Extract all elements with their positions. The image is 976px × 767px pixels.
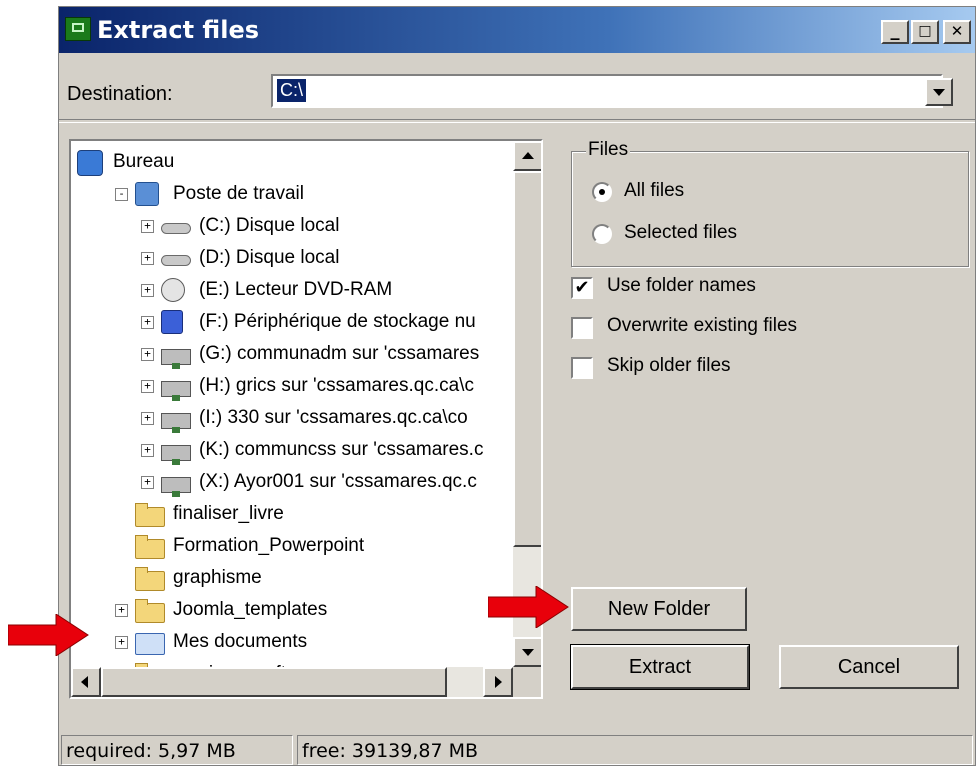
expand-plus-icon[interactable]: + — [115, 604, 128, 617]
tree-item-label[interactable]: Formation_Powerpoint — [173, 531, 364, 561]
folder-icon — [135, 599, 165, 623]
horizontal-scrollbar[interactable] — [71, 667, 513, 697]
cancel-button[interactable]: Cancel — [779, 645, 959, 689]
title-bar[interactable]: Extract files _ □ ✕ — [59, 7, 975, 53]
my-computer-icon — [135, 182, 159, 206]
expand-plus-icon[interactable]: + — [141, 412, 154, 425]
status-free: free: 39139,87 MB — [297, 735, 973, 765]
expand-plus-icon[interactable]: + — [141, 444, 154, 457]
network-drive-icon — [161, 413, 191, 433]
tree-item-label[interactable]: (G:) communadm sur 'cssamares — [199, 339, 479, 369]
divider — [59, 119, 975, 123]
network-drive-icon — [161, 477, 191, 497]
chevron-down-icon[interactable] — [925, 78, 953, 106]
tree-item-label[interactable]: (H:) grics sur 'cssamares.qc.ca\c — [199, 371, 474, 401]
folder-icon — [135, 503, 165, 527]
files-group: Files All files Selected files — [571, 139, 969, 267]
all-files-radio[interactable] — [592, 182, 612, 202]
desktop-icon — [77, 150, 103, 176]
expand-plus-icon[interactable]: + — [115, 636, 128, 649]
tree-item-label[interactable]: Mes documents — [173, 627, 307, 657]
skip-older-checkbox[interactable] — [571, 357, 593, 379]
annotation-arrow-right-icon — [488, 586, 569, 628]
dvd-drive-icon — [161, 278, 185, 302]
expand-plus-icon[interactable]: + — [141, 380, 154, 393]
tree-item-label[interactable]: (F:) Périphérique de stockage nu — [199, 307, 476, 337]
extract-files-dialog: Extract files _ □ ✕ Destination: C:\ Bur… — [58, 6, 976, 766]
folder-icon — [135, 567, 165, 591]
scroll-corner — [513, 667, 541, 697]
tree-item-label[interactable]: (E:) Lecteur DVD-RAM — [199, 275, 392, 305]
close-button[interactable]: ✕ — [943, 20, 971, 44]
window-title: Extract files — [97, 16, 260, 44]
collapse-minus-icon[interactable]: - — [115, 188, 128, 201]
files-group-title: Files — [586, 139, 631, 161]
tree-item-label[interactable]: (X:) Ayor001 sur 'cssamares.qc.c — [199, 467, 477, 497]
tree-item-label[interactable]: graphisme — [173, 563, 262, 593]
tree-item-label[interactable]: Poste de travail — [173, 179, 304, 209]
folder-icon — [135, 535, 165, 559]
overwrite-existing-label[interactable]: Overwrite existing files — [607, 315, 797, 337]
new-folder-button[interactable]: New Folder — [571, 587, 747, 631]
use-folder-names-checkbox[interactable]: ✔ — [571, 277, 593, 299]
expand-plus-icon[interactable]: + — [141, 316, 154, 329]
expand-plus-icon[interactable]: + — [141, 476, 154, 489]
skip-older-label[interactable]: Skip older files — [607, 355, 731, 377]
scroll-down-arrow-icon[interactable] — [513, 637, 541, 667]
extract-button[interactable]: Extract — [570, 644, 750, 690]
horizontal-scroll-thumb[interactable] — [101, 667, 447, 697]
tree-item-label[interactable]: (I:) 330 sur 'cssamares.qc.ca\co — [199, 403, 468, 433]
network-drive-icon — [161, 381, 191, 401]
tree-item-label[interactable]: (K:) communcss sur 'cssamares.c — [199, 435, 483, 465]
folder-tree[interactable]: Bureau - Poste de travail + (C:) Disque loca… — [69, 139, 543, 699]
usb-storage-icon — [161, 310, 183, 334]
all-files-label[interactable]: All files — [624, 180, 684, 202]
my-documents-icon — [135, 633, 165, 655]
network-drive-icon — [161, 445, 191, 465]
scroll-right-arrow-icon[interactable] — [483, 667, 513, 697]
destination-combobox[interactable]: C:\ — [271, 74, 943, 108]
network-drive-icon — [161, 349, 191, 369]
scroll-left-arrow-icon[interactable] — [71, 667, 101, 697]
status-bar: required: 5,97 MB free: 39139,87 MB — [59, 731, 975, 767]
destination-row: Destination: C:\ — [59, 57, 975, 117]
minimize-button[interactable]: _ — [881, 20, 909, 44]
app-icon — [65, 17, 91, 41]
vertical-scroll-thumb[interactable] — [513, 171, 541, 547]
destination-value[interactable]: C:\ — [277, 79, 307, 102]
overwrite-existing-checkbox[interactable] — [571, 317, 593, 339]
scroll-up-arrow-icon[interactable] — [513, 141, 541, 171]
maximize-button[interactable]: □ — [911, 20, 939, 44]
hard-drive-icon — [161, 223, 191, 234]
expand-plus-icon[interactable]: + — [141, 284, 154, 297]
tree-item-label[interactable]: Bureau — [113, 147, 174, 177]
use-folder-names-label[interactable]: Use folder names — [607, 275, 756, 297]
tree-item-label[interactable]: Joomla_templates — [173, 595, 327, 625]
status-required: required: 5,97 MB — [61, 735, 293, 765]
selected-files-radio[interactable] — [592, 224, 612, 244]
annotation-arrow-right-icon — [8, 614, 89, 656]
expand-plus-icon[interactable]: + — [141, 220, 154, 233]
tree-item-label[interactable]: (C:) Disque local — [199, 211, 339, 241]
expand-plus-icon[interactable]: + — [141, 348, 154, 361]
hard-drive-icon — [161, 255, 191, 266]
tree-item-label[interactable]: (D:) Disque local — [199, 243, 339, 273]
tree-item-label[interactable]: finaliser_livre — [173, 499, 284, 529]
selected-files-label[interactable]: Selected files — [624, 222, 737, 244]
expand-plus-icon[interactable]: + — [141, 252, 154, 265]
destination-label: Destination: — [67, 83, 173, 105]
